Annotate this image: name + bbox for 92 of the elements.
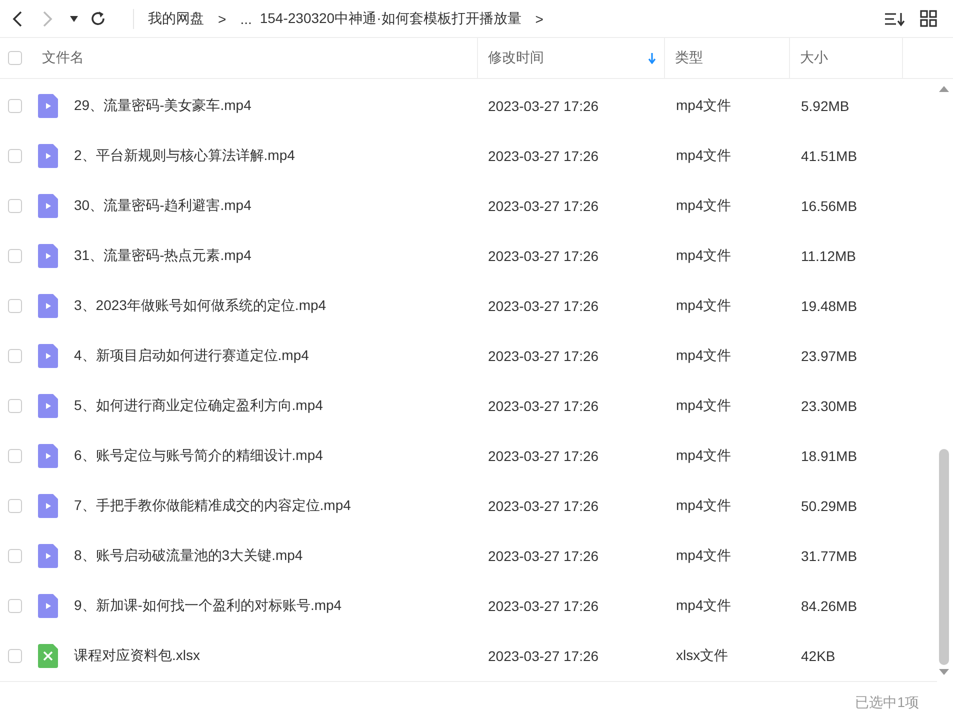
table-cell-text: mp4文件	[676, 197, 732, 215]
file-name[interactable]: 9、新加课-如何找一个盈利的对标账号.mp4	[74, 597, 488, 615]
file-name[interactable]: 7、手把手教你做能精准成交的内容定位.mp4	[74, 497, 488, 515]
row-checkbox[interactable]	[8, 99, 22, 113]
table-cell: 5.92MB	[801, 98, 850, 114]
file-name[interactable]: 5、如何进行商业定位确定盈利方向.mp4	[74, 397, 488, 415]
select-all-checkbox[interactable]	[8, 51, 22, 65]
file-video-icon	[38, 444, 58, 468]
breadcrumb-item[interactable]: 154-230320中神通·如何套模板打开播放量	[260, 10, 522, 28]
table-cell-text: 2023-03-27 17:26	[488, 248, 600, 264]
table-cell-text: mp4文件	[676, 347, 732, 365]
table-cell: 84.26MB	[801, 598, 858, 614]
table-cell-text: xlsx文件	[676, 647, 730, 665]
file-video-icon	[38, 594, 58, 618]
scrollbar-thumb[interactable]	[939, 448, 949, 665]
scroll-down-icon[interactable]	[939, 669, 949, 675]
file-name[interactable]: 30、流量密码-趋利避害.mp4	[74, 197, 488, 215]
table-cell-text: 2023-03-27 17:26	[488, 298, 600, 314]
row-checkbox[interactable]	[8, 449, 22, 463]
breadcrumb-separator: >	[218, 10, 226, 26]
file-video-icon	[38, 144, 58, 168]
table-cell-text: 2023-03-27 17:26	[488, 148, 600, 164]
file-spreadsheet-icon	[38, 644, 58, 668]
row-checkbox[interactable]	[8, 599, 22, 613]
file-video-icon	[38, 94, 58, 118]
file-video-icon	[38, 494, 58, 518]
file-name[interactable]: 2、平台新规则与核心算法详解.mp4	[74, 147, 488, 165]
table-cell-text: 2023-03-27 17:26	[488, 198, 600, 214]
file-name[interactable]: 31、流量密码-热点元素.mp4	[74, 247, 488, 265]
table-cell-text: mp4文件	[676, 147, 732, 165]
file-video-icon	[38, 244, 58, 268]
column-header[interactable]: 大小	[790, 38, 903, 78]
table-cell: 41.51MB	[801, 148, 858, 164]
table-cell: 11.12MB	[801, 248, 856, 264]
table-cell: 19.48MB	[801, 298, 858, 314]
table-cell-text: mp4文件	[676, 547, 732, 565]
file-name[interactable]: 3、2023年做账号如何做系统的定位.mp4	[74, 297, 488, 315]
row-checkbox[interactable]	[8, 349, 22, 363]
table-cell-text: mp4文件	[676, 597, 732, 615]
table-cell-text: 2023-03-27 17:26	[488, 98, 600, 114]
file-name[interactable]: 29、流量密码-美女豪车.mp4	[74, 97, 488, 115]
file-name[interactable]: 课程对应资料包.xlsx	[74, 647, 488, 665]
table-cell: 18.91MB	[801, 448, 858, 464]
back-icon[interactable]	[11, 10, 23, 28]
row-checkbox[interactable]	[8, 199, 22, 213]
row-checkbox[interactable]	[8, 149, 22, 163]
table-cell: 23.30MB	[801, 398, 858, 414]
table-cell-text: mp4文件	[676, 447, 732, 465]
column-header[interactable]: 类型	[665, 38, 790, 78]
sort-icon[interactable]	[884, 10, 906, 26]
table-cell-text: mp4文件	[676, 497, 732, 515]
table-cell: 23.97MB	[801, 348, 858, 364]
selection-count: 已选中1项	[855, 694, 919, 712]
table-cell-text: 2023-03-27 17:26	[488, 548, 600, 564]
scroll-up-icon[interactable]	[939, 86, 949, 92]
table-cell-text: 2023-03-27 17:26	[488, 398, 600, 414]
table-cell: 42KB	[801, 648, 836, 664]
file-video-icon	[38, 394, 58, 418]
table-cell-text: mp4文件	[676, 297, 732, 315]
file-name[interactable]: 8、账号启动破流量池的3大关键.mp4	[74, 547, 488, 565]
column-header[interactable]: 文件名	[22, 38, 478, 78]
table-cell-text: 2023-03-27 17:26	[488, 598, 600, 614]
table-cell: 50.29MB	[801, 498, 858, 514]
table-cell-text: mp4文件	[676, 97, 732, 115]
row-checkbox[interactable]	[8, 649, 22, 663]
file-name[interactable]: 4、新项目启动如何进行赛道定位.mp4	[74, 347, 488, 365]
file-video-icon	[38, 344, 58, 368]
file-video-icon	[38, 294, 58, 318]
breadcrumb-separator: >	[535, 10, 544, 26]
table-cell-text: 2023-03-27 17:26	[488, 348, 600, 364]
row-checkbox[interactable]	[8, 499, 22, 513]
row-checkbox[interactable]	[8, 299, 22, 313]
breadcrumb-item[interactable]: 我的网盘	[148, 10, 204, 28]
row-checkbox[interactable]	[8, 549, 22, 563]
table-cell-text: mp4文件	[676, 247, 732, 265]
table-cell: 16.56MB	[801, 198, 858, 214]
table-cell-text: mp4文件	[676, 397, 732, 415]
table-cell: 31.77MB	[801, 548, 858, 564]
table-cell-text: 2023-03-27 17:26	[488, 648, 600, 664]
table-cell-text: 2023-03-27 17:26	[488, 498, 600, 514]
grid-view-icon[interactable]	[920, 10, 937, 27]
table-cell-text: 2023-03-27 17:26	[488, 448, 600, 464]
file-video-icon	[38, 194, 58, 218]
file-video-icon	[38, 544, 58, 568]
refresh-icon[interactable]	[89, 10, 107, 28]
dropdown-icon[interactable]	[70, 16, 78, 22]
row-checkbox[interactable]	[8, 249, 22, 263]
file-name[interactable]: 6、账号定位与账号简介的精细设计.mp4	[74, 447, 488, 465]
breadcrumb-item[interactable]: ...	[240, 10, 252, 26]
forward-icon[interactable]	[42, 10, 54, 28]
row-checkbox[interactable]	[8, 399, 22, 413]
column-header[interactable]: 修改时间	[478, 38, 665, 78]
